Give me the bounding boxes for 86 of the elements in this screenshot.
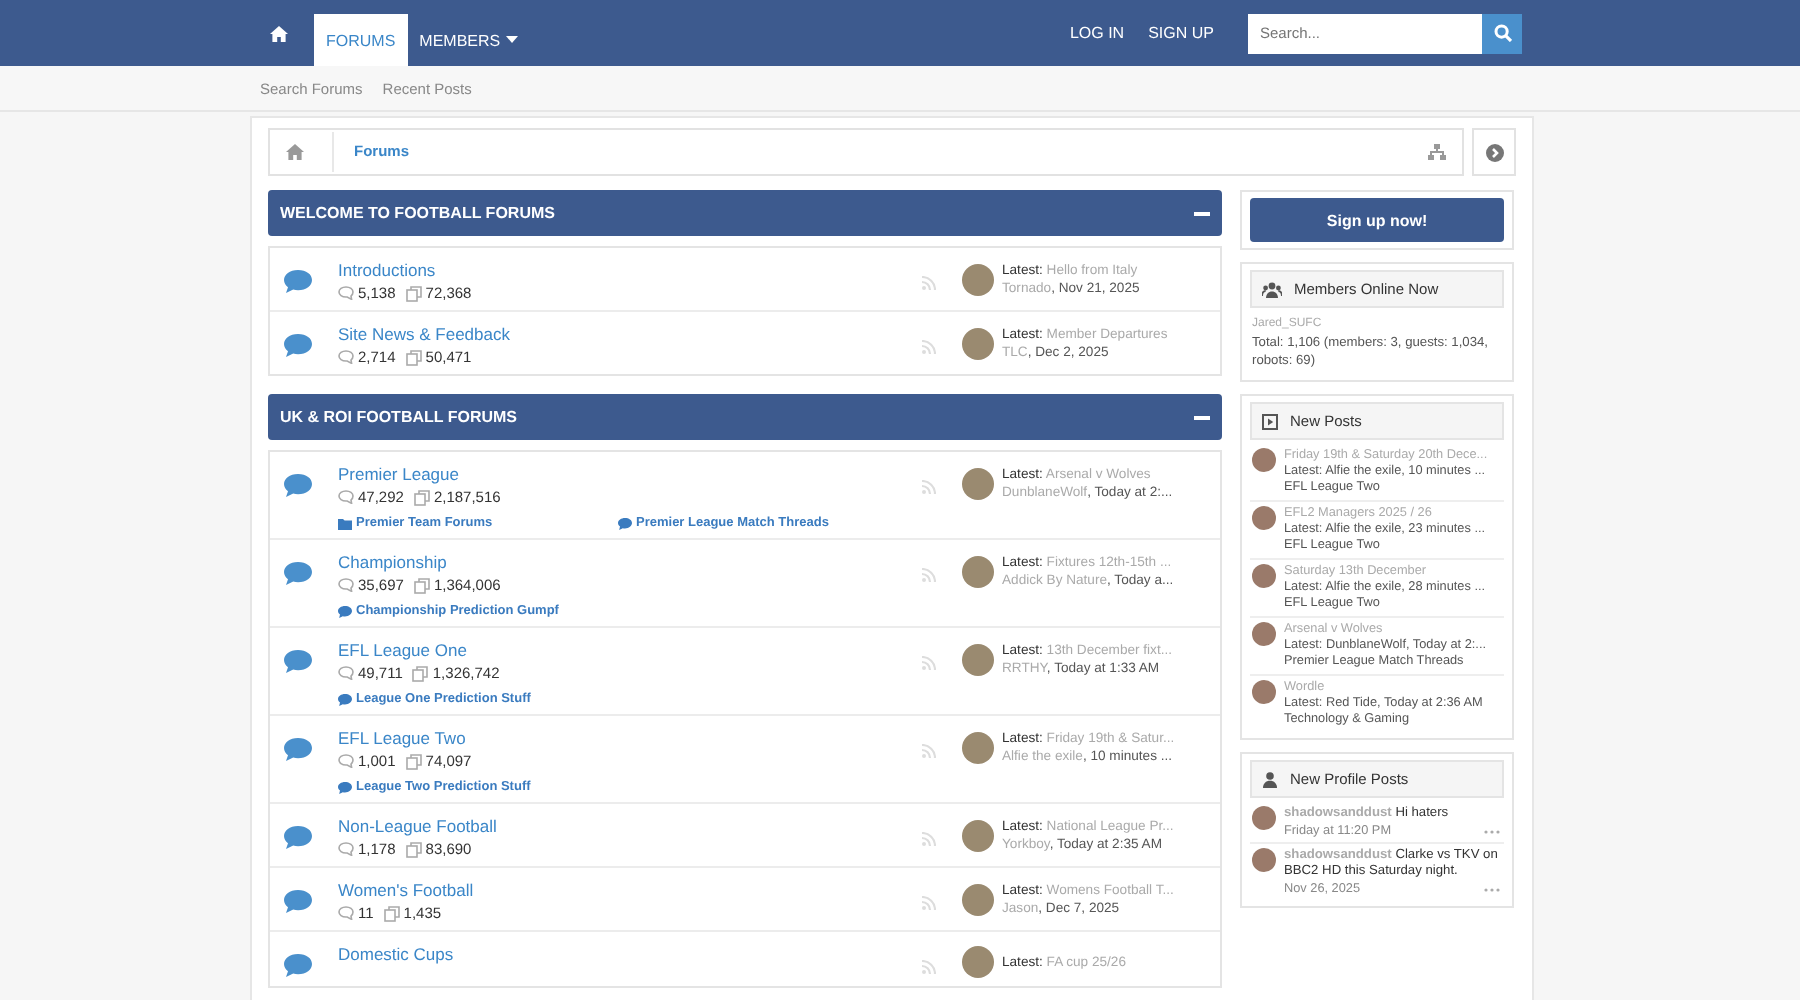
rss-icon xyxy=(922,568,936,582)
comment-icon xyxy=(338,490,354,504)
rss-icon xyxy=(922,744,936,758)
forum-title-link[interactable]: Women's Football xyxy=(338,878,910,902)
more-options-button[interactable] xyxy=(1482,885,1502,893)
forum-title-link[interactable]: Introductions xyxy=(338,258,910,282)
home-icon xyxy=(286,144,304,160)
comment-icon xyxy=(338,350,354,364)
user-avatar[interactable] xyxy=(962,732,994,764)
user-avatar[interactable] xyxy=(962,264,994,296)
speech-bubble-icon xyxy=(282,824,314,850)
user-icon xyxy=(1262,771,1278,787)
category-header[interactable]: UK & ROI FOOTBALL FORUMS xyxy=(268,394,1222,440)
user-avatar[interactable] xyxy=(962,644,994,676)
speech-bubble-icon xyxy=(338,693,352,705)
speech-bubble-icon xyxy=(282,560,314,586)
nav-link[interactable]: SIGN UP xyxy=(1136,0,1226,66)
jump-button[interactable] xyxy=(1472,128,1516,176)
speech-bubble-icon xyxy=(618,517,632,529)
search-icon xyxy=(1493,24,1511,42)
forum-title-link[interactable]: EFL League Two xyxy=(338,726,910,750)
forum-title-link[interactable]: Championship xyxy=(338,550,910,574)
rss-icon xyxy=(922,960,936,974)
speech-bubble-icon xyxy=(338,605,352,617)
search-button[interactable] xyxy=(1482,13,1522,53)
user-avatar[interactable] xyxy=(1252,680,1276,704)
category-header[interactable]: WELCOME TO FOOTBALL FORUMS xyxy=(268,190,1222,236)
home-icon xyxy=(270,25,288,41)
category-title: UK & ROI FOOTBALL FORUMS xyxy=(280,408,520,426)
messages-icon xyxy=(413,489,430,505)
messages-icon xyxy=(405,349,422,365)
user-avatar[interactable] xyxy=(1252,622,1276,646)
speech-bubble-icon xyxy=(282,952,314,978)
comment-icon xyxy=(338,666,354,680)
user-avatar[interactable] xyxy=(1252,564,1276,588)
rss-icon xyxy=(922,896,936,910)
rss-icon xyxy=(922,832,936,846)
user-avatar[interactable] xyxy=(962,328,994,360)
speech-bubble-icon xyxy=(282,332,314,358)
folder-icon xyxy=(338,517,352,529)
speech-bubble-icon xyxy=(282,736,314,762)
category-title: WELCOME TO FOOTBALL FORUMS xyxy=(280,204,557,222)
group-icon xyxy=(1262,281,1282,297)
user-avatar[interactable] xyxy=(1252,506,1276,530)
user-avatar[interactable] xyxy=(1252,848,1276,872)
forum-title-link[interactable]: Domestic Cups xyxy=(338,942,910,966)
square-arrow-icon xyxy=(1262,413,1278,429)
nav-link[interactable]: LOG IN xyxy=(1057,0,1137,66)
comment-icon xyxy=(338,754,354,768)
messages-icon xyxy=(413,577,430,593)
comment-icon xyxy=(338,578,354,592)
more-options-button[interactable] xyxy=(1482,827,1502,835)
speech-bubble-icon xyxy=(282,472,314,498)
signup-button[interactable]: Sign up now! xyxy=(1250,198,1504,242)
nav-tab[interactable]: FORUMS xyxy=(314,14,408,66)
forum-title-link[interactable]: Premier League xyxy=(338,462,910,486)
rss-icon xyxy=(922,656,936,670)
user-avatar[interactable] xyxy=(962,820,994,852)
messages-icon xyxy=(405,753,422,769)
messages-icon xyxy=(405,285,422,301)
rss-icon xyxy=(922,276,936,290)
user-avatar[interactable] xyxy=(962,468,994,500)
messages-icon xyxy=(405,841,422,857)
breadcrumb-home-link[interactable] xyxy=(286,144,304,160)
comment-icon xyxy=(338,286,354,300)
forum-title-link[interactable]: Site News & Feedback xyxy=(338,322,910,346)
comment-icon xyxy=(338,842,354,856)
arrow-circle-icon xyxy=(1485,143,1503,161)
user-avatar[interactable] xyxy=(962,556,994,588)
user-avatar[interactable] xyxy=(962,884,994,916)
rss-icon xyxy=(922,480,936,494)
speech-bubble-icon xyxy=(282,648,314,674)
comment-icon xyxy=(338,906,354,920)
speech-bubble-icon xyxy=(282,888,314,914)
speech-bubble-icon xyxy=(338,781,352,793)
user-avatar[interactable] xyxy=(962,946,994,978)
forum-title-link[interactable]: Non-League Football xyxy=(338,814,910,838)
forum-title-link[interactable]: EFL League One xyxy=(338,638,910,662)
rss-icon xyxy=(922,340,936,354)
user-avatar[interactable] xyxy=(1252,806,1276,830)
messages-icon xyxy=(383,905,400,921)
sitemap-icon xyxy=(1428,144,1446,160)
user-avatar[interactable] xyxy=(1252,448,1276,472)
speech-bubble-icon xyxy=(282,268,314,294)
nav-tab[interactable]: MEMBERS xyxy=(407,14,531,66)
messages-icon xyxy=(412,665,429,681)
